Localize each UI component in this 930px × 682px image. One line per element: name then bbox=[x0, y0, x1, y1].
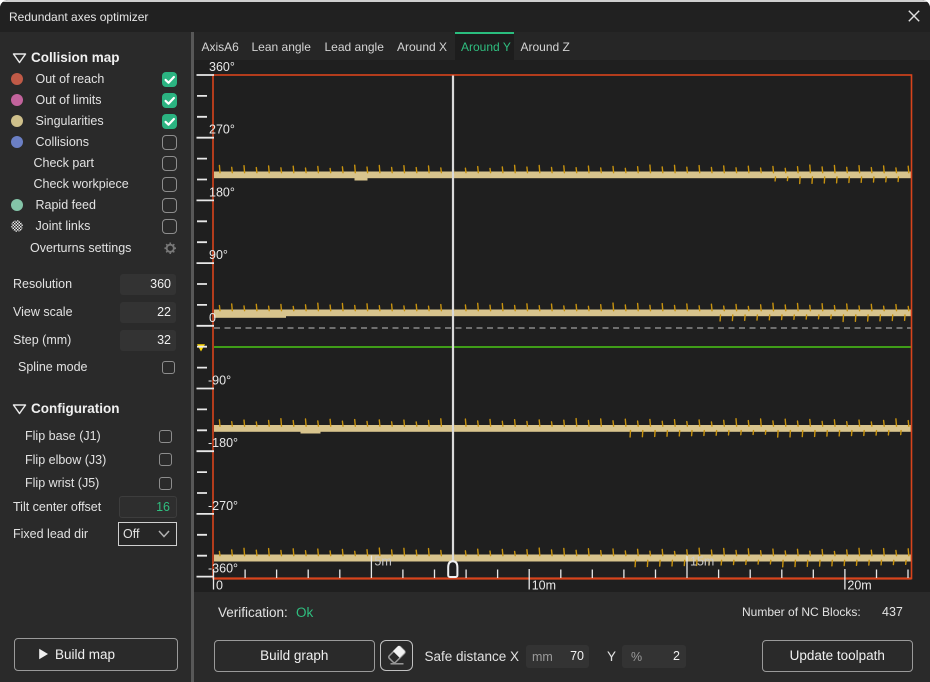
svg-text:20m: 20m bbox=[847, 579, 871, 593]
svg-text:5m: 5m bbox=[374, 555, 391, 569]
svg-text:-270°: -270° bbox=[208, 499, 238, 513]
svg-text:-360°: -360° bbox=[208, 562, 238, 576]
svg-text:10m: 10m bbox=[531, 579, 555, 593]
svg-text:90°: 90° bbox=[209, 248, 228, 262]
svg-text:270°: 270° bbox=[209, 123, 235, 137]
svg-text:0: 0 bbox=[216, 579, 223, 593]
svg-text:15m: 15m bbox=[690, 555, 714, 569]
svg-text:-180°: -180° bbox=[208, 436, 238, 450]
svg-text:0: 0 bbox=[209, 311, 216, 325]
svg-text:-90°: -90° bbox=[208, 374, 231, 388]
svg-text:180°: 180° bbox=[209, 185, 235, 199]
svg-text:360°: 360° bbox=[209, 60, 235, 74]
